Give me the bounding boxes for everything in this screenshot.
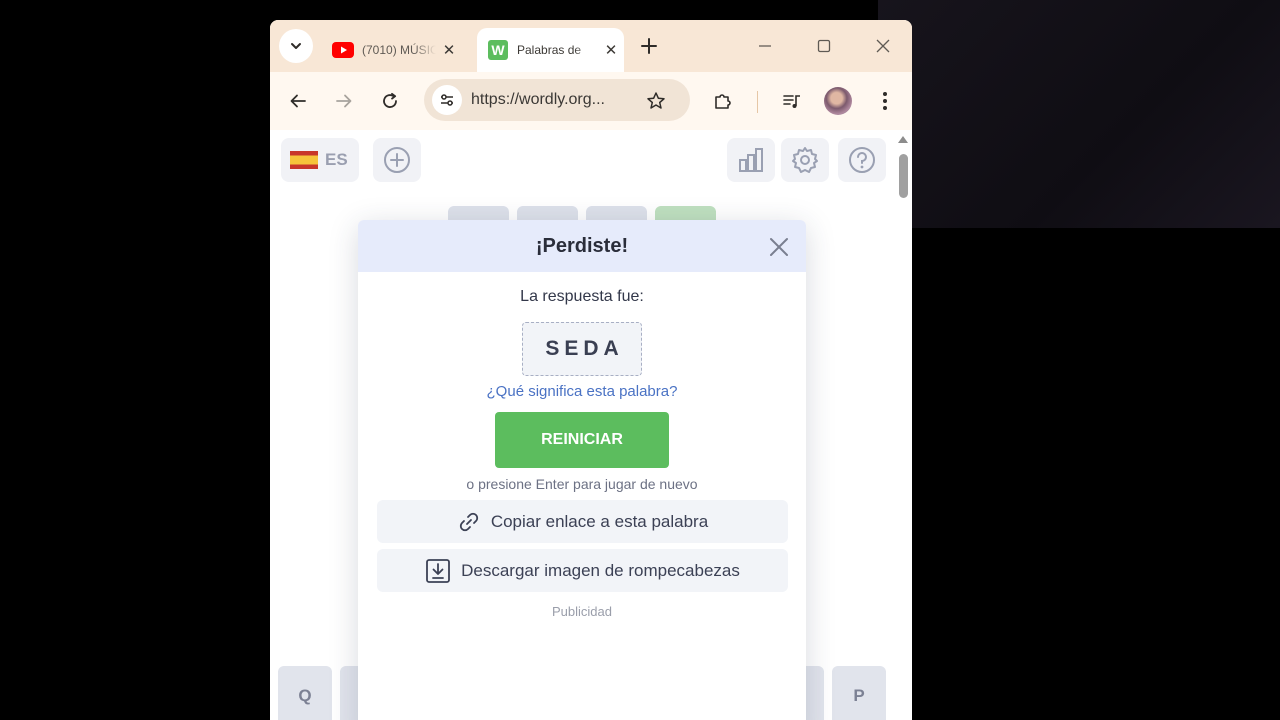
media-controls-button[interactable] <box>775 84 809 118</box>
screen: (7010) MÚSICA ✕ W Palabras de ✕ <box>0 0 1280 720</box>
modal-close-button[interactable] <box>764 232 794 262</box>
scrollbar-thumb[interactable] <box>899 154 908 198</box>
restart-hint: o presione Enter para jugar de nuevo <box>466 476 698 492</box>
forward-button[interactable] <box>327 84 361 118</box>
url-text[interactable]: https://wordly.org... <box>471 91 605 109</box>
language-selector[interactable]: ES <box>281 138 359 182</box>
close-tab-icon[interactable]: ✕ <box>598 41 624 59</box>
playlist-music-icon <box>783 95 800 108</box>
modal-title: ¡Perdiste! <box>535 235 629 257</box>
reload-button[interactable] <box>373 84 407 118</box>
tab-wordly[interactable]: W Palabras de ✕ <box>477 28 624 72</box>
download-image-button[interactable]: Descargar imagen de rompecabezas <box>377 549 788 592</box>
tab-youtube[interactable]: (7010) MÚSICA ✕ <box>322 28 462 72</box>
bar-chart-icon <box>739 148 763 172</box>
wordly-w-icon: W <box>487 40 509 60</box>
youtube-icon <box>332 42 354 58</box>
puzzle-icon <box>715 94 731 109</box>
tune-icon <box>441 94 453 106</box>
svg-text:W: W <box>491 42 505 58</box>
key-p[interactable]: P <box>832 666 886 720</box>
tab-title: (7010) MÚSICA <box>362 43 436 57</box>
background-window <box>878 0 1280 228</box>
bookmark-button[interactable] <box>642 87 670 115</box>
more-vert-icon <box>883 92 887 110</box>
help-button[interactable] <box>838 138 886 182</box>
chevron-down-icon <box>291 43 301 49</box>
answer-word: SEDA <box>522 322 642 376</box>
back-button[interactable] <box>281 84 315 118</box>
answer-label: La respuesta fue: <box>520 288 644 305</box>
key-q[interactable]: Q <box>278 666 332 720</box>
game-over-modal: ¡Perdiste! La respuesta fue: SEDA ¿Qué s… <box>358 220 806 720</box>
restart-button[interactable]: REINICIAR <box>495 412 669 468</box>
page-content: ES Q W P <box>270 130 912 720</box>
scroll-up-arrow[interactable] <box>898 136 908 143</box>
plus-circle-icon <box>384 147 410 173</box>
close-icon <box>770 238 788 256</box>
close-icon <box>876 39 890 53</box>
arrow-right-icon <box>336 94 352 108</box>
tab-title: Palabras de <box>517 43 582 57</box>
browser-toolbar: https://wordly.org... <box>270 72 912 130</box>
arrow-left-icon <box>290 94 306 108</box>
close-window-button[interactable] <box>868 32 898 60</box>
new-game-button[interactable] <box>373 138 421 182</box>
star-icon <box>647 92 665 109</box>
link-icon <box>457 510 481 534</box>
close-tab-icon[interactable]: ✕ <box>436 41 462 59</box>
modal-header: ¡Perdiste! <box>358 220 806 272</box>
download-label: Descargar imagen de rompecabezas <box>461 560 740 580</box>
menu-button[interactable] <box>868 84 902 118</box>
download-icon <box>425 558 451 584</box>
toolbar-divider <box>757 91 758 113</box>
tab-strip: (7010) MÚSICA ✕ W Palabras de ✕ <box>270 20 912 72</box>
stats-button[interactable] <box>727 138 775 182</box>
address-bar[interactable]: https://wordly.org... <box>424 79 690 121</box>
word-meaning-link[interactable]: ¿Qué significa esta palabra? <box>358 383 806 400</box>
copy-link-label: Copiar enlace a esta palabra <box>490 511 709 531</box>
gear-icon <box>792 147 818 173</box>
new-tab-button[interactable] <box>635 32 663 60</box>
extensions-button[interactable] <box>706 84 740 118</box>
minimize-icon <box>759 45 771 47</box>
tab-search-button[interactable] <box>279 29 313 63</box>
language-code: ES <box>325 150 348 169</box>
maximize-icon <box>817 39 831 53</box>
help-circle-icon <box>849 147 875 173</box>
copy-link-button[interactable]: Copiar enlace a esta palabra <box>377 500 788 543</box>
ads-label: Publicidad <box>552 604 612 619</box>
browser-window: (7010) MÚSICA ✕ W Palabras de ✕ <box>270 20 912 720</box>
spain-flag-icon <box>290 151 318 169</box>
profile-avatar[interactable] <box>824 87 852 115</box>
settings-button[interactable] <box>781 138 829 182</box>
reload-icon <box>383 92 397 108</box>
site-info-button[interactable] <box>432 85 462 115</box>
minimize-button[interactable] <box>750 32 780 60</box>
maximize-button[interactable] <box>809 32 839 60</box>
plus-icon <box>641 38 657 54</box>
